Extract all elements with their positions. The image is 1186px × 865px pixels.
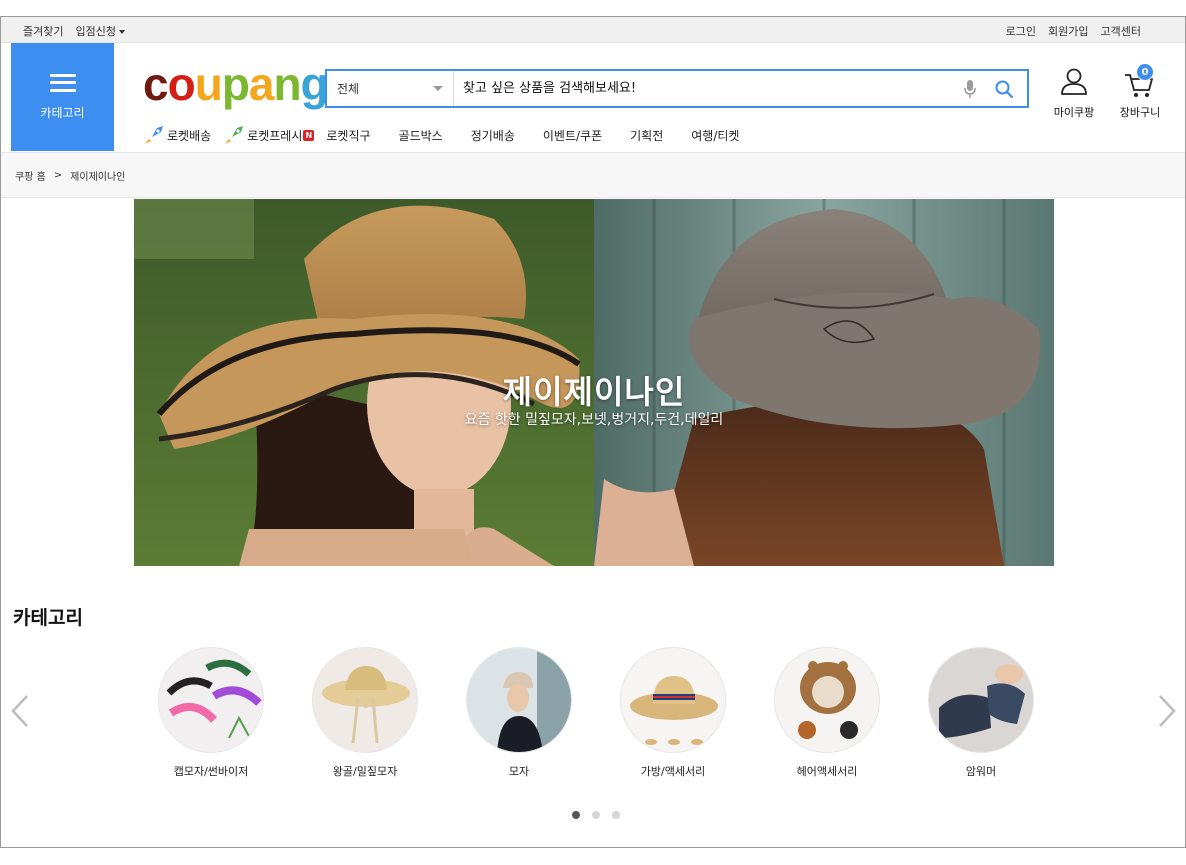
- cart-count-badge: 0: [1136, 63, 1154, 81]
- arm-warmer-image: [928, 647, 1034, 753]
- rocket-fresh-icon: [225, 126, 244, 144]
- banner-subtitle: 요즘 핫한 밀짚모자,보넷,벙거지,두건,데일리: [464, 412, 724, 428]
- seller-apply-link[interactable]: 입점신청: [75, 23, 125, 39]
- category-item-hair-accessory[interactable]: 헤어액세서리: [757, 647, 897, 779]
- chevron-down-icon: [433, 86, 443, 91]
- global-nav: 로켓배송 로켓프레시 N 로켓직구 골드박스 정기배송 이벤트/쿠폰 기획전 여…: [143, 125, 767, 145]
- category-label: 헤어액세서리: [796, 765, 858, 778]
- breadcrumb-current[interactable]: 제이제이나인: [70, 168, 125, 183]
- search-input[interactable]: [454, 71, 959, 106]
- nav-item-rocket-direct[interactable]: 로켓직구: [326, 127, 370, 144]
- category-label: 암워머: [965, 765, 997, 778]
- search-bar: 전체: [325, 69, 1029, 108]
- sun-visor-image: [158, 647, 264, 753]
- search-icon[interactable]: [993, 78, 1015, 100]
- coupang-logo[interactable]: coupang: [143, 61, 329, 107]
- site-header: 카테고리 coupang 전체 마이쿠팡 0 장바구니: [1, 43, 1185, 152]
- hamburger-icon: [49, 73, 76, 92]
- new-badge-icon: N: [303, 129, 315, 141]
- carousel-pager: [1, 811, 1185, 819]
- category-label: 모자: [508, 765, 530, 778]
- nav-item-event-coupon[interactable]: 이벤트/쿠폰: [543, 127, 602, 144]
- nav-label-rocket-delivery: 로켓배송: [167, 128, 212, 143]
- signup-link[interactable]: 회원가입: [1048, 23, 1088, 39]
- caret-down-icon: [118, 30, 125, 34]
- category-section-title: 카테고리: [13, 607, 83, 629]
- category-item-bag-accessory[interactable]: 가방/액세서리: [603, 647, 743, 779]
- nav-item-promotion[interactable]: 기획전: [630, 127, 663, 144]
- search-scope-value: 전체: [337, 82, 360, 96]
- customer-center-link[interactable]: 고객센터: [1101, 23, 1141, 39]
- pager-dot-2[interactable]: [592, 811, 600, 819]
- category-item-cap-visor[interactable]: 캡모자/썬바이저: [141, 647, 281, 779]
- nav-item-rocket-fresh[interactable]: 로켓프레시 N: [223, 125, 315, 145]
- nav-label-promotion: 기획전: [630, 128, 664, 143]
- category-label: 왕골/밀짚모자: [332, 765, 398, 778]
- boater-hat-image: [620, 647, 726, 753]
- nav-item-rocket-delivery[interactable]: 로켓배송: [143, 125, 211, 145]
- category-menu-button[interactable]: 카테고리: [11, 43, 114, 151]
- breadcrumb: 쿠팡 홈 > 제이제이나인: [1, 152, 1185, 198]
- my-coupang-button[interactable]: 마이쿠팡: [1049, 67, 1099, 120]
- pager-dot-3[interactable]: [612, 811, 620, 819]
- nav-label-event-coupon: 이벤트/쿠폰: [542, 128, 603, 143]
- cart-button[interactable]: 0 장바구니: [1112, 63, 1168, 120]
- chevron-left-icon[interactable]: [9, 693, 31, 729]
- category-item-hat[interactable]: 모자: [449, 647, 589, 779]
- microphone-icon[interactable]: [959, 78, 981, 100]
- category-label: 캡모자/썬바이저: [173, 765, 249, 778]
- login-link[interactable]: 로그인: [1006, 23, 1036, 39]
- rocket-icon: [145, 126, 163, 144]
- nav-label-rocket-fresh: 로켓프레시: [247, 128, 303, 143]
- seller-apply-label: 입점신청: [75, 25, 116, 38]
- browser-viewport: 즐겨찾기 입점신청 로그인 회원가입 고객센터 카테고리 coupang 전체: [0, 16, 1186, 848]
- nav-label-travel-ticket: 여행/티켓: [691, 128, 740, 143]
- nav-label-goldbox: 골드박스: [398, 128, 443, 143]
- my-coupang-label: 마이쿠팡: [1053, 106, 1095, 119]
- category-item-straw-hat[interactable]: 왕골/밀짚모자: [295, 647, 435, 779]
- cart-label: 장바구니: [1119, 106, 1161, 119]
- breadcrumb-separator: >: [53, 169, 63, 181]
- category-item-arm-warmer[interactable]: 암워머: [911, 647, 1051, 779]
- bookmark-link[interactable]: 즐겨찾기: [23, 23, 63, 39]
- user-icon: [1061, 68, 1087, 95]
- nav-label-subscription: 정기배송: [470, 128, 515, 143]
- brand-banner[interactable]: 제이제이나인 요즘 핫한 밀짚모자,보넷,벙거지,두건,데일리: [134, 199, 1054, 566]
- bonnet-image: [774, 647, 880, 753]
- nav-item-subscription[interactable]: 정기배송: [471, 127, 515, 144]
- breadcrumb-home[interactable]: 쿠팡 홈: [15, 168, 46, 183]
- straw-hat-image: [312, 647, 418, 753]
- chevron-right-icon[interactable]: [1156, 693, 1178, 729]
- banner-title: 제이제이나인: [502, 373, 686, 411]
- nav-item-travel-ticket[interactable]: 여행/티켓: [691, 127, 739, 144]
- cap-model-image: [466, 647, 572, 753]
- category-label: 가방/액세서리: [640, 765, 706, 778]
- search-scope-select[interactable]: 전체: [327, 71, 454, 106]
- top-utility-bar: 즐겨찾기 입점신청 로그인 회원가입 고객센터: [1, 17, 1185, 43]
- nav-item-goldbox[interactable]: 골드박스: [399, 127, 443, 144]
- pager-dot-1[interactable]: [572, 811, 580, 819]
- nav-label-rocket-direct: 로켓직구: [326, 128, 371, 143]
- category-menu-label: 카테고리: [40, 105, 85, 120]
